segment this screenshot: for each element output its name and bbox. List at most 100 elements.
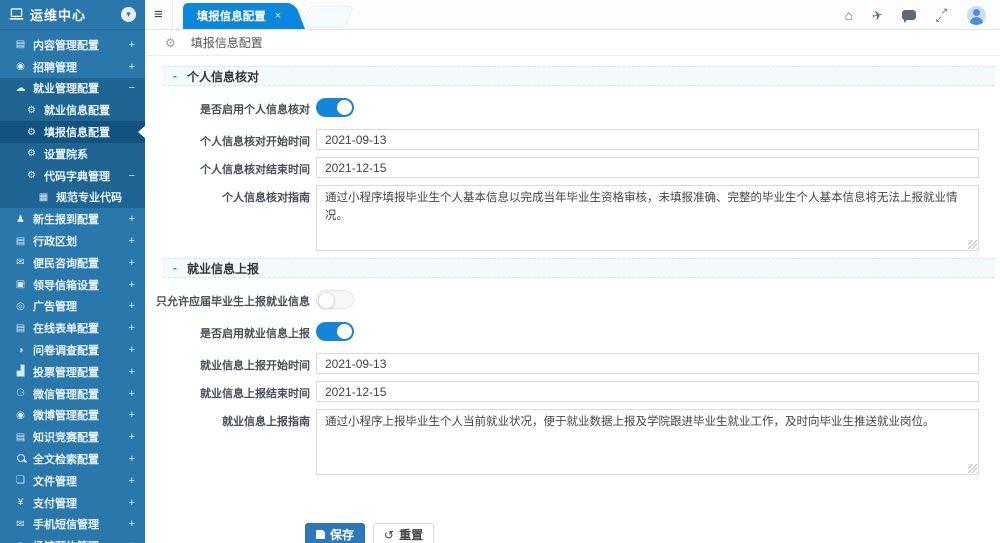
field-label: 个人信息核对开始时间 [163,129,310,149]
expand-icon[interactable]: + [129,235,135,247]
sidebar-item-employment-info-config[interactable]: ⚙就业信息配置 [0,99,145,121]
field-label: 个人信息核对结束时间 [163,157,310,177]
sidebar-item-weibo-mgmt[interactable]: ◉微博管理配置+ [0,405,145,427]
personal-check-start-input[interactable] [316,129,979,150]
expand-icon[interactable]: + [129,366,135,378]
tab-report-info-config[interactable]: 填报信息配置 × [183,3,289,29]
form-row: 只允许应届毕业生上报就业信息 [163,289,995,314]
breadcrumb-label: 填报信息配置 [191,34,263,51]
sidebar-item-venue-booking[interactable]: ◷场馆预约管理+ [0,535,145,543]
section-header-employment-report[interactable]: -就业信息上报 [163,258,995,278]
employment-report-end-input[interactable] [316,381,979,402]
sidebar: 运维中心 ▾ ▤内容管理配置+◉招聘管理+☁就业管理配置−⚙就业信息配置⚙填报信… [0,0,145,543]
enable-employment-report-toggle[interactable] [316,322,354,341]
save-button[interactable]: 保存 [305,523,365,543]
gear-icon: ⚙ [24,148,39,159]
doc-icon: ▤ [13,39,28,50]
app-window: 运维中心 ▾ ▤内容管理配置+◉招聘管理+☁就业管理配置−⚙就业信息配置⚙填报信… [0,0,1000,543]
sidebar-item-report-info-config[interactable]: ⚙填报信息配置 [0,121,145,143]
tab-bar: ≡ 填报信息配置 × ⌂ ✈ [145,0,1000,30]
sidebar-header[interactable]: 运维中心 ▾ [0,0,145,30]
employment-report-start-input[interactable] [316,353,979,374]
inbox-icon: ▣ [13,279,28,290]
section-header-personal-info-check[interactable]: -个人信息核对 [163,66,995,86]
reset-button[interactable]: ↺ 重置 [373,523,434,543]
expand-icon[interactable]: + [129,453,135,465]
enable-personal-check-toggle[interactable] [316,98,354,117]
sidebar-item-standard-major-codes[interactable]: ▦规范专业代码 [0,187,145,209]
sidebar-item-file-mgmt[interactable]: ❏文件管理+ [0,470,145,492]
sidebar-item-vote-mgmt[interactable]: ▟投票管理配置+ [0,361,145,383]
expand-icon[interactable]: + [129,431,135,443]
sidebar-item-payment-mgmt[interactable]: ¥支付管理+ [0,492,145,514]
chat-icon[interactable] [902,10,916,20]
sidebar-item-admin-divisions[interactable]: ▤行政区划+ [0,230,145,252]
tab-ghost-shape [300,6,354,28]
ad-icon: ◎ [13,301,28,312]
sidebar-item-quiz-config[interactable]: ▤知识竞赛配置+ [0,426,145,448]
expand-icon[interactable]: + [129,409,135,421]
expand-icon[interactable]: + [129,300,135,312]
employment-report-guide-textarea[interactable] [316,409,979,475]
expand-icon[interactable]: + [129,322,135,334]
sidebar-item-survey-config[interactable]: ◑问卷调查配置+ [0,339,145,361]
quiz-icon: ▤ [13,432,28,443]
sidebar-item-online-forms[interactable]: ▤在线表单配置+ [0,317,145,339]
expand-icon[interactable]: + [129,279,135,291]
form-row: 就业信息上报结束时间 [163,381,995,402]
sidebar-item-sms-mgmt[interactable]: ✉手机短信管理+ [0,514,145,536]
expand-icon[interactable]: + [129,257,135,269]
field-label: 只允许应届毕业生上报就业信息 [163,289,310,309]
form-row: 就业信息上报指南 [163,409,995,475]
expand-icon[interactable]: + [129,475,135,487]
expand-icon[interactable]: + [129,213,135,225]
laptop-icon [9,8,24,21]
sidebar-group-employment-mgmt: ☁就业管理配置−⚙就业信息配置⚙填报信息配置⚙设置院系⚙代码字典管理−▦规范专业… [0,78,145,209]
only-fresh-graduates-toggle[interactable] [316,290,354,309]
expand-icon[interactable]: + [129,388,135,400]
field-label: 就业信息上报指南 [163,409,310,429]
avatar[interactable] [967,6,986,25]
sidebar-menu: ▤内容管理配置+◉招聘管理+☁就业管理配置−⚙就业信息配置⚙填报信息配置⚙设置院… [0,30,145,543]
sidebar-item-employment-mgmt[interactable]: ☁就业管理配置− [0,78,145,100]
sidebar-item-citizen-consult[interactable]: ✉便民咨询配置+ [0,252,145,274]
personal-check-guide-textarea[interactable] [316,185,979,251]
field-label: 就业信息上报结束时间 [163,381,310,401]
expand-icon[interactable]: + [129,61,135,73]
collapse-icon[interactable]: - [173,261,177,275]
paper-plane-icon[interactable]: ✈ [871,8,884,23]
section-title: 个人信息核对 [187,68,259,85]
collapse-icon[interactable]: − [129,170,135,182]
sidebar-item-freshman-registration[interactable]: ♟新生报到配置+ [0,208,145,230]
personal-check-end-input[interactable] [316,157,979,178]
field-label: 就业信息上报开始时间 [163,353,310,373]
sidebar-item-recruit-mgmt[interactable]: ◉招聘管理+ [0,56,145,78]
expand-icon[interactable]: + [129,518,135,530]
sidebar-item-wechat-mgmt[interactable]: ⚆微信管理配置+ [0,383,145,405]
collapse-icon[interactable]: - [173,69,177,83]
sidebar-item-code-dict-mgmt[interactable]: ⚙代码字典管理− [0,165,145,187]
weibo-icon: ◉ [13,410,28,421]
sidebar-item-leader-mailbox[interactable]: ▣领导信箱设置+ [0,274,145,296]
wechat-icon: ⚆ [13,388,28,399]
form-actions: 保存 ↺ 重置 [305,523,995,543]
form-row: 是否启用就业信息上报 [163,321,995,346]
form-row: 个人信息核对开始时间 [163,129,995,150]
expand-icon[interactable]: + [129,497,135,509]
sidebar-item-content-mgmt[interactable]: ▤内容管理配置+ [0,34,145,56]
collapse-icon[interactable]: − [129,82,135,94]
app-title: 运维中心 [30,5,115,24]
mail-icon: ✉ [13,257,28,268]
tab-close-icon[interactable]: × [275,10,281,22]
pie-icon: ◑ [13,345,28,356]
sidebar-item-label: 填报信息配置 [44,124,145,140]
fullscreen-icon[interactable] [935,9,948,22]
sidebar-item-fulltext-search[interactable]: 全文检索配置+ [0,448,145,470]
expand-icon[interactable]: + [129,344,135,356]
expand-icon[interactable]: + [129,39,135,51]
sidebar-item-set-departments[interactable]: ⚙设置院系 [0,143,145,165]
home-icon[interactable]: ⌂ [845,8,853,22]
chevron-down-circle-icon[interactable]: ▾ [121,7,136,22]
menu-toggle-icon[interactable]: ≡ [145,0,173,29]
sidebar-item-ad-mgmt[interactable]: ◎广告管理+ [0,296,145,318]
